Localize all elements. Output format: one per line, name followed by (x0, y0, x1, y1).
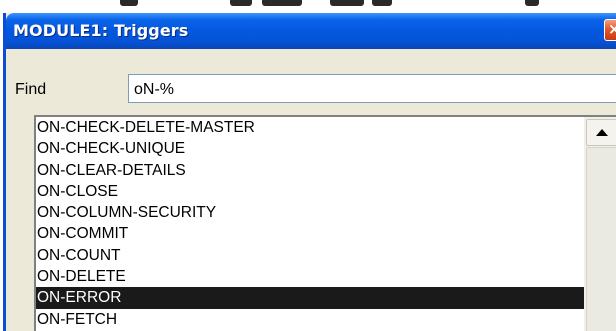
scroll-up-button[interactable] (586, 119, 616, 146)
background-fragment (372, 0, 392, 6)
triggers-dialog: MODULE1: Triggers × Find ON-CHECK-DELETE… (3, 13, 616, 331)
background-strip (0, 0, 616, 13)
title-bar[interactable]: MODULE1: Triggers × (6, 13, 616, 49)
list-item[interactable]: ON-COMMIT (36, 223, 584, 244)
list-item[interactable]: ON-COLUMN-SECURITY (36, 202, 584, 223)
close-icon: × (608, 20, 616, 38)
triggers-list[interactable]: ON-CHECK-DELETE-MASTER ON-CHECK-UNIQUE ON-… (34, 115, 616, 331)
list-item[interactable]: ON-CHECK-UNIQUE (36, 138, 584, 159)
list-item[interactable]: ON-COUNT (36, 245, 584, 266)
close-button[interactable]: × (604, 19, 616, 41)
arrow-up-icon (596, 129, 608, 136)
background-fragment (230, 0, 252, 6)
background-fragment (120, 0, 138, 6)
list-item[interactable]: ON-CLEAR-DETAILS (36, 160, 584, 181)
list-item[interactable]: ON-DELETE (36, 266, 584, 287)
background-fragment (262, 0, 302, 6)
scroll-thumb[interactable] (586, 147, 616, 331)
list-item[interactable]: ON-ERROR (36, 287, 584, 309)
background-fragment (525, 0, 539, 6)
window-title: MODULE1: Triggers (13, 21, 189, 40)
find-input[interactable] (128, 74, 616, 103)
vertical-scrollbar[interactable] (584, 117, 616, 331)
list-item[interactable]: ON-CHECK-DELETE-MASTER (36, 117, 584, 138)
list-item[interactable]: ON-FETCH (36, 309, 584, 330)
list-item[interactable]: ON-CLOSE (36, 181, 584, 202)
find-label: Find (15, 81, 47, 98)
background-fragment (330, 0, 364, 6)
list-items: ON-CHECK-DELETE-MASTER ON-CHECK-UNIQUE ON-… (36, 117, 584, 330)
